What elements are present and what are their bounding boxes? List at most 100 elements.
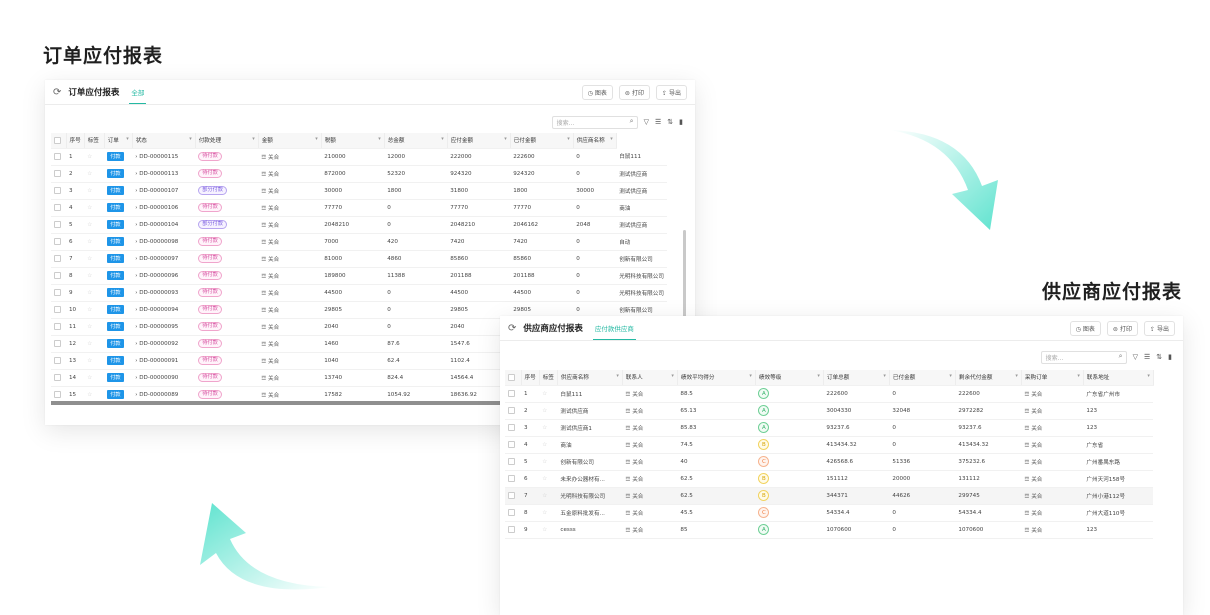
column-header[interactable]: 已付金额 ▾ [889,370,956,386]
pay-button[interactable]: 付款 [107,271,124,280]
payment-relation[interactable]: ☲ 关合 [258,216,322,234]
table-row[interactable]: 9 ☆ 付款 › DD-00000093 待付款 ☲ 关合 44500 0 44500 44500… [51,284,667,302]
star-icon[interactable]: ☆ [542,442,547,448]
row-checkbox[interactable] [54,204,61,211]
pay-button-cell[interactable]: 付款 [104,335,133,353]
select-all-checkbox-cell[interactable] [505,370,522,386]
star-icon[interactable]: ☆ [87,392,92,398]
column-header[interactable]: 供应商名称 ▾ [557,370,623,386]
sort-caret-icon[interactable]: ▾ [441,136,444,142]
row-checkbox-cell[interactable] [51,182,66,200]
row-checkbox[interactable] [54,170,61,177]
star-icon[interactable]: ☆ [542,510,547,516]
tab-all[interactable]: 全部 [129,81,147,104]
star-icon[interactable]: ☆ [542,391,547,397]
sort-caret-icon[interactable]: ▾ [616,373,619,379]
table-row[interactable]: 3 ☆ 测试供应商1 ☲ 关合 85.83 A 93237.6 0 93237.6 ☲ 关合 123 [505,419,1154,437]
table-row[interactable]: 5 ☆ 创新有限公司 ☲ 关合 40 C 426568.6 51336 375232.6 ☲ 关合… [505,453,1154,471]
sort-icon[interactable]: ⇅ [667,118,673,126]
contact-relation[interactable]: ☲ 关合 [622,385,678,403]
purchase-order-relation[interactable]: ☲ 关合 [1021,521,1084,539]
table-row[interactable]: 8 ☆ 付款 › DD-00000096 待付款 ☲ 关合 189800 11388 20118… [51,267,667,285]
sort-caret-icon[interactable]: ▾ [315,136,318,142]
sort-caret-icon[interactable]: ▾ [504,136,507,142]
sort-icon[interactable]: ⇅ [1156,353,1162,361]
pay-button-cell[interactable]: 付款 [104,369,133,387]
star-icon[interactable]: ☆ [87,222,92,228]
search-icon[interactable]: ⌕ [630,117,634,126]
pay-button-cell[interactable]: 付款 [104,318,133,336]
column-header[interactable]: 标签 [84,133,105,149]
payment-relation[interactable]: ☲ 关合 [258,182,322,200]
star-icon[interactable]: ☆ [542,425,547,431]
table-row[interactable]: 9 ☆ cesss ☲ 关合 85 A 1070600 0 1070600 ☲ 关合 123 [505,521,1154,539]
sort-caret-icon[interactable]: ▾ [671,373,674,379]
payment-relation[interactable]: ☲ 关合 [258,250,322,268]
pay-button[interactable]: 付款 [107,305,124,314]
row-checkbox-cell[interactable] [51,318,66,336]
row-checkbox[interactable] [54,238,61,245]
refresh-icon[interactable]: ⟳ [508,323,516,334]
contact-relation[interactable]: ☲ 关合 [622,470,678,488]
sort-caret-icon[interactable]: ▾ [378,136,381,142]
row-checkbox[interactable] [54,221,61,228]
pay-button[interactable]: 付款 [107,322,124,331]
row-checkbox[interactable] [54,289,61,296]
pay-button-cell[interactable]: 付款 [104,199,133,217]
contact-relation[interactable]: ☲ 关合 [622,487,678,505]
column-header[interactable]: 供应商名称 ▾ [573,133,617,149]
star-icon[interactable]: ☆ [542,476,547,482]
column-header[interactable]: 总金额 ▾ [384,133,448,149]
contact-relation[interactable]: ☲ 关合 [622,419,678,437]
row-checkbox[interactable] [508,509,515,516]
column-header[interactable]: 状态 ▾ [132,133,196,149]
row-checkbox-cell[interactable] [505,470,521,488]
pay-button-cell[interactable]: 付款 [104,216,133,234]
bar-chart-icon[interactable]: ▮ [679,118,683,126]
chart-button[interactable]: ◷ 图表 [1069,320,1101,336]
row-checkbox-cell[interactable] [505,487,521,505]
row-checkbox[interactable] [508,526,515,533]
pay-button-cell[interactable]: 付款 [104,165,133,183]
star-icon[interactable]: ☆ [87,256,92,262]
row-checkbox[interactable] [508,441,515,448]
star-icon[interactable]: ☆ [542,459,547,465]
row-checkbox-cell[interactable] [505,436,521,454]
tab-payable-suppliers[interactable]: 应付款供应商 [592,317,636,340]
filter-icon[interactable]: ▽ [1133,353,1138,361]
payment-relation[interactable]: ☲ 关合 [258,148,322,166]
table-row[interactable]: 7 ☆ 付款 › DD-00000097 待付款 ☲ 关合 81000 4860 85860 85… [51,250,667,268]
sort-caret-icon[interactable]: ▾ [1015,373,1018,379]
order-number[interactable]: › DD-00000098 [132,233,196,251]
star-icon[interactable]: ☆ [87,188,92,194]
bar-chart-icon[interactable]: ▮ [1168,353,1172,361]
purchase-order-relation[interactable]: ☲ 关合 [1021,419,1084,437]
star-icon[interactable]: ☆ [87,205,92,211]
payment-relation[interactable]: ☲ 关合 [258,318,322,336]
pay-button-cell[interactable]: 付款 [104,233,133,251]
table-row[interactable]: 1 ☆ 付款 › DD-00000115 待付款 ☲ 关合 210000 12000 22200… [51,148,667,166]
order-number[interactable]: › DD-00000097 [132,250,196,268]
star-icon[interactable]: ☆ [87,307,92,313]
pay-button-cell[interactable]: 付款 [104,267,133,285]
row-checkbox-cell[interactable] [51,267,66,285]
contact-relation[interactable]: ☲ 关合 [622,436,678,454]
row-checkbox-cell[interactable] [51,148,66,166]
sort-caret-icon[interactable]: ▾ [126,136,129,142]
sort-caret-icon[interactable]: ▾ [883,373,886,379]
star-icon[interactable]: ☆ [542,408,547,414]
contact-relation[interactable]: ☲ 关合 [622,453,678,471]
order-number[interactable]: › DD-00000107 [132,182,196,200]
column-header[interactable]: 付款处理 ▾ [195,133,259,149]
row-checkbox-cell[interactable] [505,419,521,437]
export-button[interactable]: ⇪ 导出 [655,84,687,100]
row-checkbox-cell[interactable] [51,250,66,268]
search-input[interactable]: 搜索... ⌕ [551,115,638,129]
pay-button[interactable]: 付款 [107,254,124,263]
select-all-checkbox[interactable] [508,373,515,381]
column-header[interactable]: 应付金额 ▾ [447,133,511,149]
purchase-order-relation[interactable]: ☲ 关合 [1021,385,1084,403]
purchase-order-relation[interactable]: ☲ 关合 [1021,470,1084,488]
star-icon[interactable]: ☆ [87,375,92,381]
row-checkbox[interactable] [54,272,61,279]
